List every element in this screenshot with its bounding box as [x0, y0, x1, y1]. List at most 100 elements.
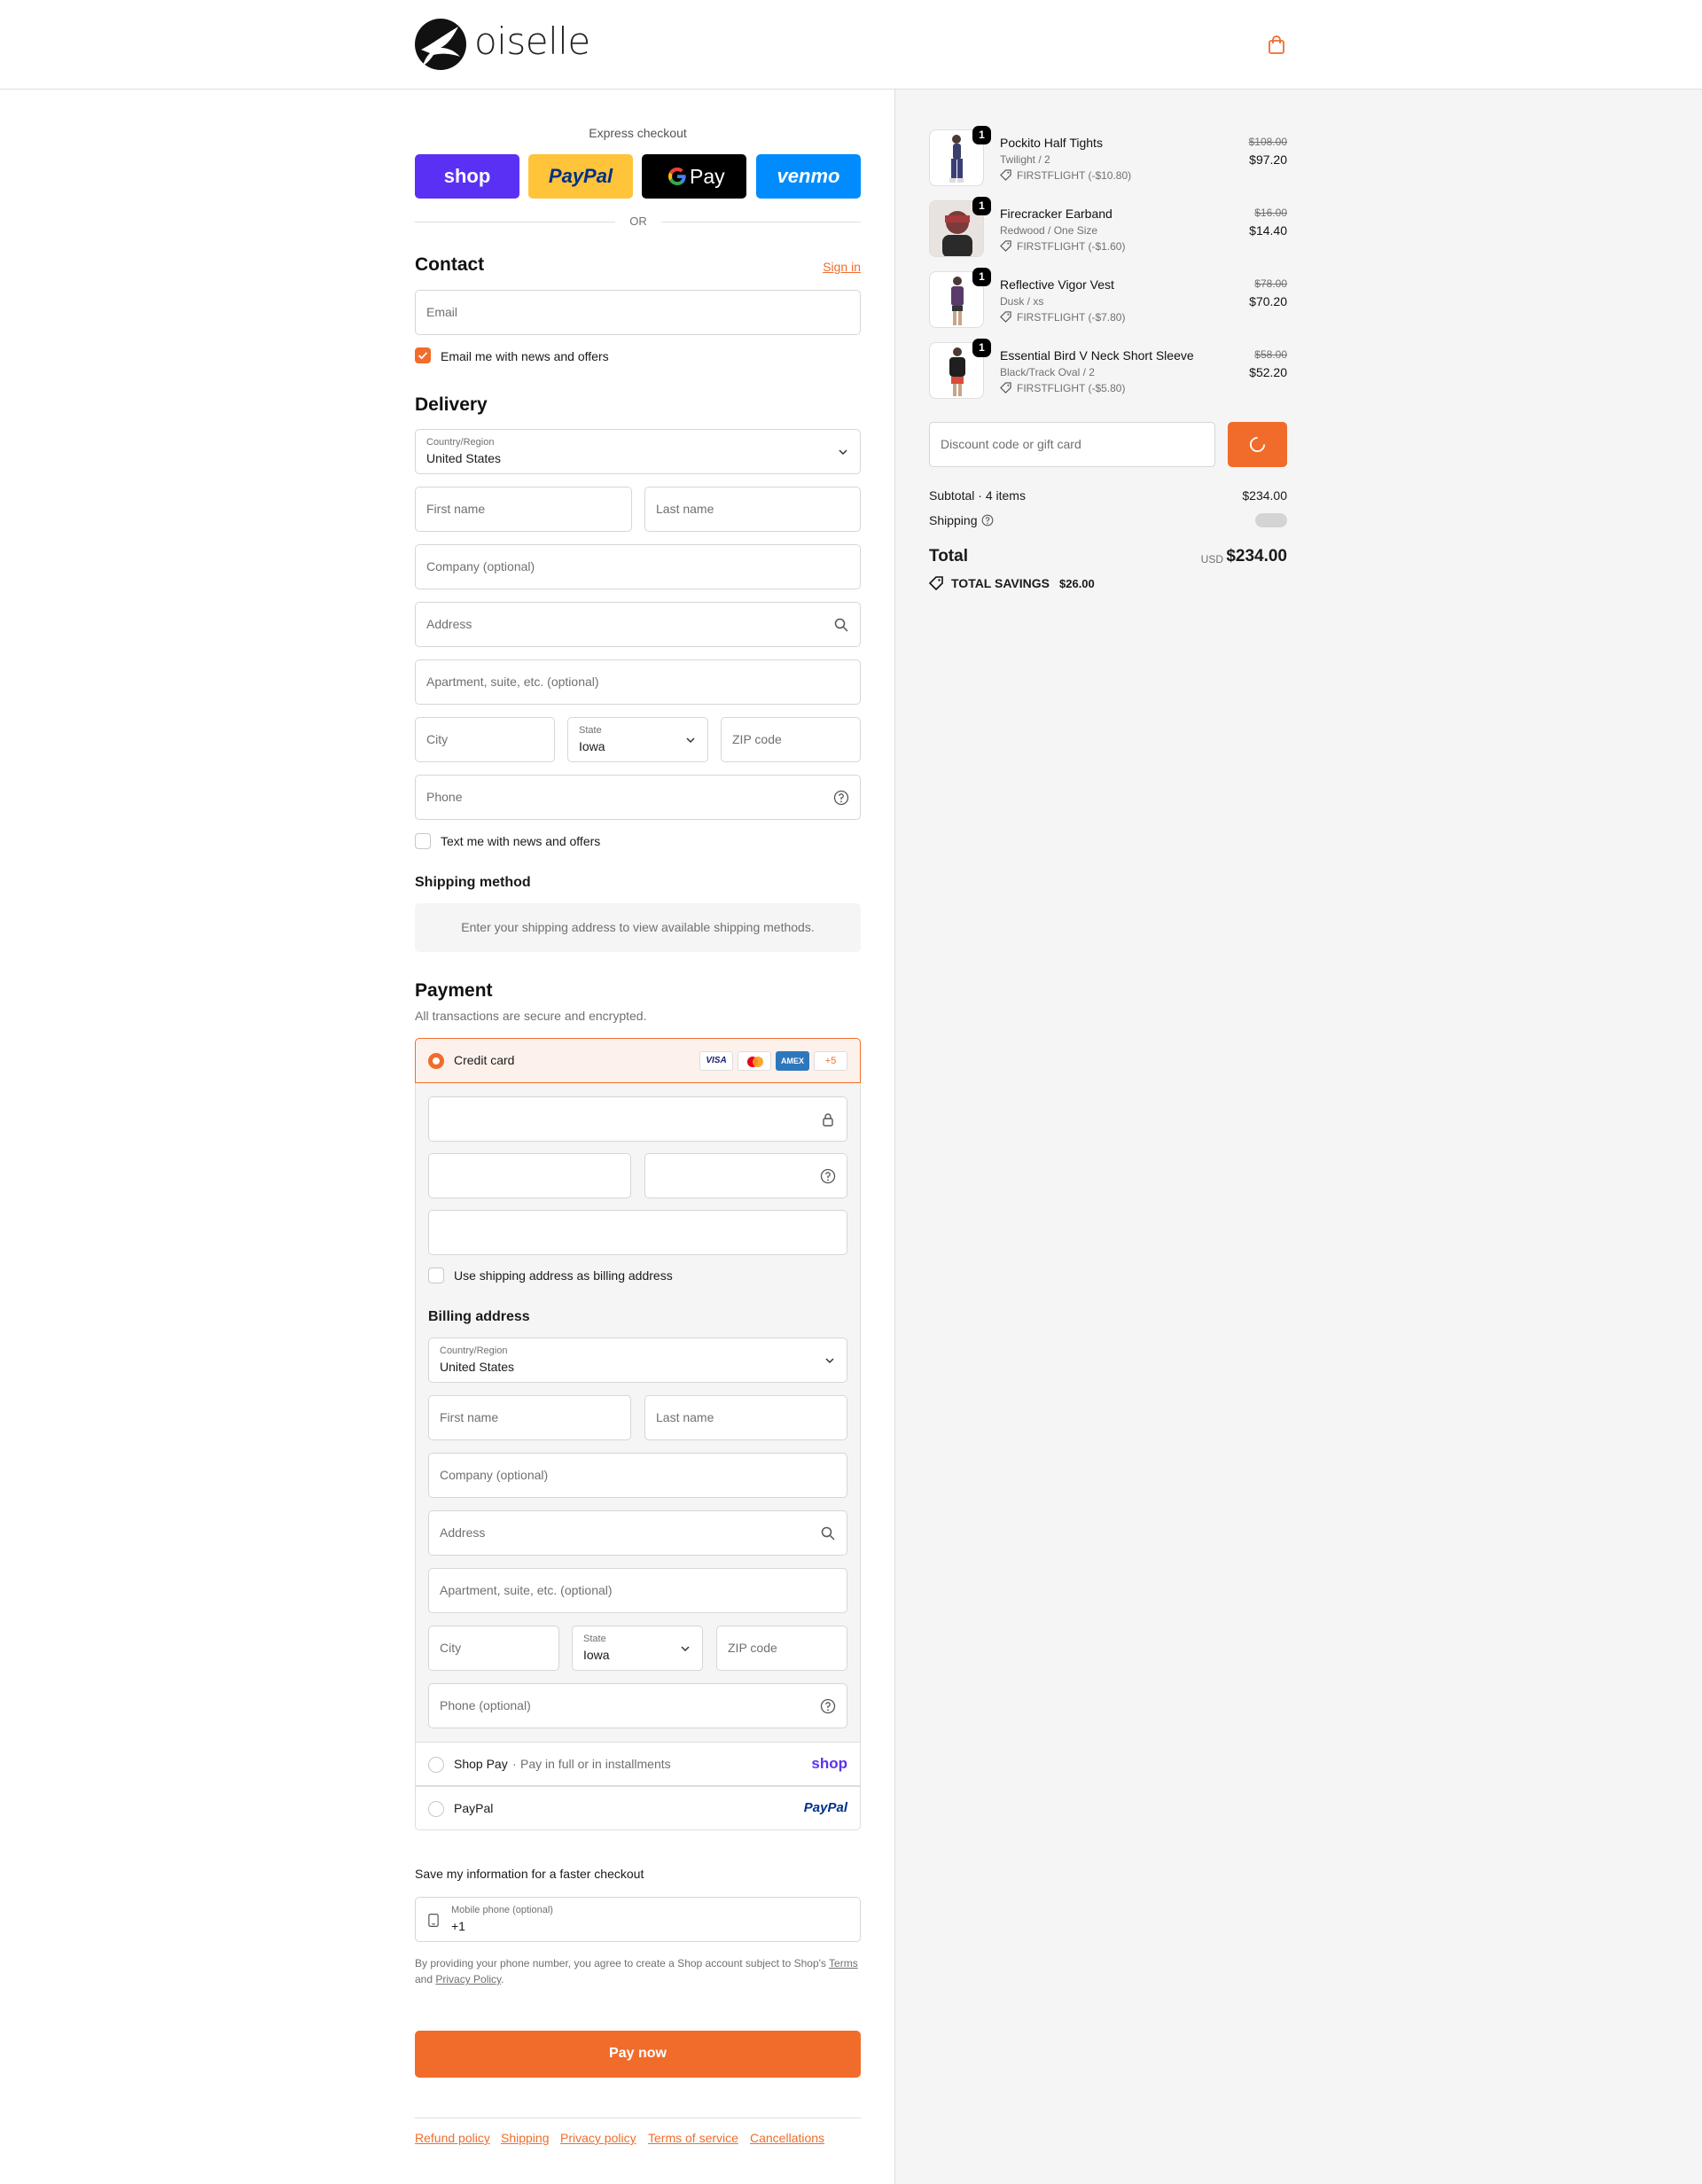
help-circle-icon[interactable] — [833, 790, 849, 806]
credit-card-radio[interactable] — [428, 1053, 444, 1069]
venmo-express-label: venmo — [777, 165, 840, 187]
state-value: Iowa — [579, 739, 605, 753]
discount-code-field[interactable]: Discount code or gift card — [929, 422, 1215, 467]
brand-logo-text[interactable]: oiselle — [474, 20, 590, 63]
email-field[interactable]: Email — [415, 290, 861, 335]
help-circle-icon[interactable] — [981, 514, 994, 526]
billing-city-placeholder: City — [440, 1641, 462, 1655]
refund-policy-link[interactable]: Refund policy — [415, 2131, 490, 2145]
billing-country-select[interactable]: Country/Region United States — [428, 1338, 847, 1383]
billing-apartment-field[interactable]: Apartment, suite, etc. (optional) — [428, 1568, 847, 1613]
shipping-policy-link[interactable]: Shipping — [501, 2131, 550, 2145]
address-field[interactable]: Address — [415, 602, 861, 647]
cancellations-link[interactable]: Cancellations — [750, 2131, 824, 2145]
email-placeholder: Email — [426, 305, 458, 319]
city-placeholder: City — [426, 732, 449, 746]
card-name-field[interactable] — [428, 1210, 847, 1255]
checkmark-icon — [418, 352, 428, 360]
line-item-variant: Black/Track Oval / 2 — [1000, 366, 1095, 378]
shop-pay-radio[interactable] — [428, 1757, 444, 1773]
billing-first-name-field[interactable]: First name — [428, 1395, 631, 1440]
oiselle-bird-logo-icon[interactable] — [414, 18, 467, 71]
billing-city-field[interactable]: City — [428, 1626, 559, 1671]
address-placeholder: Address — [426, 617, 472, 631]
payment-subtitle: All transactions are secure and encrypte… — [415, 1009, 647, 1023]
card-cvv-field[interactable] — [644, 1153, 847, 1198]
billing-zip-field[interactable]: ZIP code — [716, 1626, 847, 1671]
billing-company-field[interactable]: Company (optional) — [428, 1453, 847, 1498]
line-item-price: $14.40 — [1249, 223, 1287, 238]
subtotal-label: Subtotal · 4 items — [929, 488, 1026, 503]
company-field[interactable]: Company (optional) — [415, 544, 861, 589]
text-news-checkbox[interactable] — [415, 833, 431, 849]
apartment-field[interactable]: Apartment, suite, etc. (optional) — [415, 659, 861, 705]
line-item-discount: FIRSTFLIGHT (-$10.80) — [1017, 169, 1132, 182]
shopping-bag-icon[interactable] — [1268, 35, 1285, 55]
paypal-radio[interactable] — [428, 1801, 444, 1817]
paypal-express-button[interactable]: PayPal — [528, 154, 633, 199]
venmo-express-button[interactable]: venmo — [756, 154, 861, 199]
first-name-field[interactable]: First name — [415, 487, 632, 532]
line-item-discount: FIRSTFLIGHT (-$5.80) — [1017, 382, 1126, 394]
discount-tag-icon — [1000, 311, 1011, 323]
chevron-down-icon — [681, 1646, 690, 1652]
pay-now-label: Pay now — [609, 2046, 667, 2061]
shop-pay-separator: · — [512, 1757, 517, 1771]
state-select[interactable]: State Iowa — [567, 717, 708, 762]
use-shipping-as-billing-label: Use shipping address as billing address — [454, 1268, 673, 1283]
shop-pay-option[interactable]: Shop Pay · Pay in full or in installment… — [415, 1742, 861, 1786]
privacy-policy-footer-link[interactable]: Privacy policy — [560, 2131, 636, 2145]
help-circle-icon[interactable] — [820, 1698, 836, 1714]
shop-pay-label: Shop Pay — [454, 1757, 508, 1771]
use-shipping-as-billing-checkbox[interactable] — [428, 1268, 444, 1283]
privacy-policy-link[interactable]: Privacy Policy — [435, 1973, 501, 1985]
billing-state-value: Iowa — [583, 1648, 610, 1662]
sign-in-link[interactable]: Sign in — [816, 260, 861, 274]
more-cards-badge[interactable]: +5 — [814, 1051, 847, 1071]
billing-address-field[interactable]: Address — [428, 1510, 847, 1556]
last-name-field[interactable]: Last name — [644, 487, 861, 532]
terms-link[interactable]: Terms — [829, 1957, 858, 1970]
terms-of-service-link[interactable]: Terms of service — [648, 2131, 738, 2145]
disclaimer-text: By providing your phone number, you agre… — [415, 1957, 826, 1970]
delivery-country-select[interactable]: Country/Region United States — [415, 429, 861, 474]
shop-pay-express-label: shop — [443, 165, 491, 187]
pay-now-button[interactable]: Pay now — [415, 2031, 861, 2078]
shop-pay-subtitle: Pay in full or in installments — [520, 1757, 671, 1771]
site-header: oiselle — [0, 0, 1702, 90]
chevron-down-icon — [686, 737, 695, 744]
apply-discount-button[interactable] — [1228, 422, 1287, 467]
help-circle-icon[interactable] — [820, 1168, 836, 1184]
save-info-heading: Save my information for a faster checkou… — [415, 1867, 644, 1881]
city-field[interactable]: City — [415, 717, 555, 762]
first-name-placeholder: First name — [426, 502, 486, 516]
billing-state-select[interactable]: State Iowa — [572, 1626, 703, 1671]
country-label: Country/Region — [426, 437, 495, 448]
quantity-badge: 1 — [972, 268, 991, 286]
shipping-method-heading: Shipping method — [415, 875, 531, 890]
last-name-placeholder: Last name — [656, 502, 714, 516]
google-g-icon — [668, 168, 686, 185]
card-expiry-field[interactable] — [428, 1153, 631, 1198]
billing-last-name-field[interactable]: Last name — [644, 1395, 847, 1440]
billing-phone-field[interactable]: Phone (optional) — [428, 1683, 847, 1728]
google-pay-express-button[interactable]: Pay — [642, 154, 746, 199]
country-value: United States — [426, 451, 502, 465]
billing-company-placeholder: Company (optional) — [440, 1468, 549, 1482]
mobile-phone-label: Mobile phone (optional) — [451, 1905, 553, 1915]
line-item-name: Pockito Half Tights — [1000, 136, 1103, 150]
shop-pay-express-button[interactable]: shop — [415, 154, 519, 199]
zip-field[interactable]: ZIP code — [721, 717, 861, 762]
phone-field[interactable]: Phone — [415, 775, 861, 820]
email-news-checkbox[interactable] — [415, 347, 431, 363]
line-item-discount: FIRSTFLIGHT (-$7.80) — [1017, 311, 1126, 324]
visa-icon: VISA — [699, 1051, 733, 1071]
paypal-express-label: PayPal — [548, 165, 613, 187]
card-number-field[interactable] — [428, 1096, 847, 1142]
credit-card-option[interactable]: Credit card VISA AMEX +5 — [415, 1038, 861, 1083]
phone-placeholder: Phone — [426, 790, 463, 804]
billing-apartment-placeholder: Apartment, suite, etc. (optional) — [440, 1583, 613, 1597]
paypal-option[interactable]: PayPal PayPal — [415, 1786, 861, 1830]
line-item-name: Firecracker Earband — [1000, 207, 1113, 221]
mobile-phone-field[interactable]: Mobile phone (optional) +1 — [415, 1897, 861, 1942]
